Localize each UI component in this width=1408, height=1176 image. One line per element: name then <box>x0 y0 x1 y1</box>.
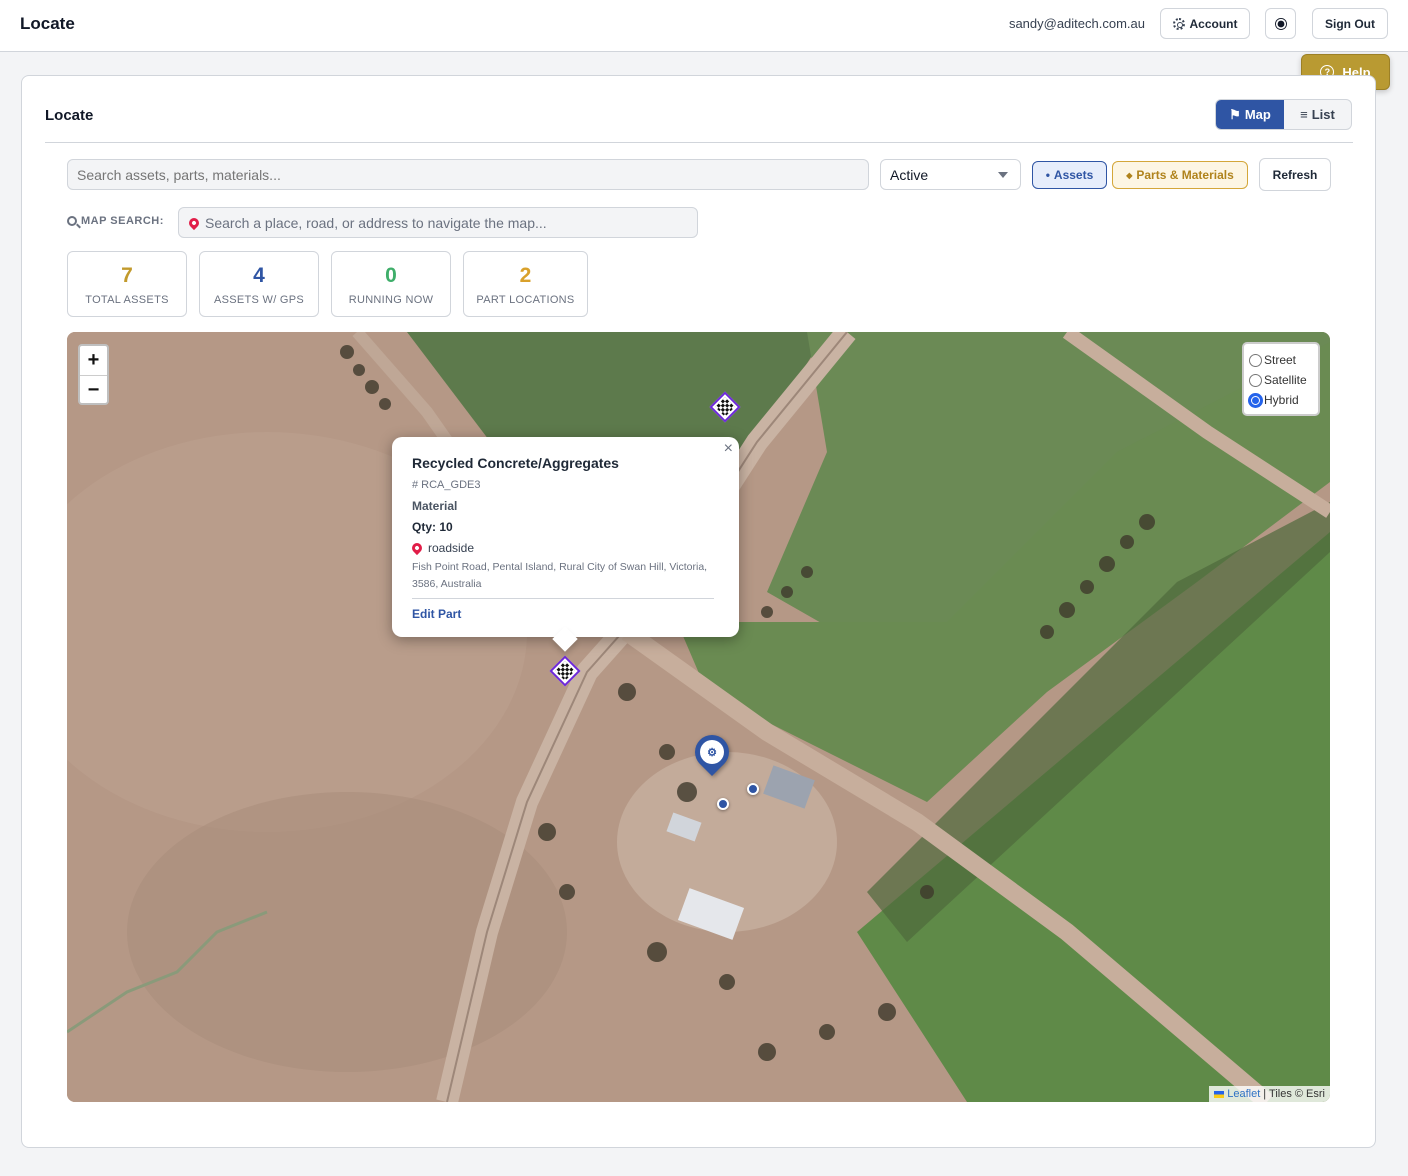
map-view-button[interactable]: ⚑ Map <box>1216 100 1284 129</box>
stat-part-locations: 2 PART LOCATIONS <box>463 251 588 317</box>
stat-label: ASSETS W/ GPS <box>213 294 305 306</box>
account-label: Account <box>1189 16 1238 31</box>
popup-location-text: roadside <box>428 541 475 555</box>
popup-qty: Qty: 10 <box>412 520 453 534</box>
layer-street[interactable]: Street <box>1249 350 1313 370</box>
account-button[interactable]: Account <box>1160 8 1250 39</box>
layer-label: Satellite <box>1264 373 1307 387</box>
map-search-label: MAP SEARCH: <box>67 215 164 227</box>
flag-icon: ⚑ <box>1229 106 1241 122</box>
gear-icon <box>1172 17 1185 30</box>
parts-chip-label: Parts & Materials <box>1136 168 1234 182</box>
close-icon[interactable]: × <box>724 440 733 458</box>
part-popup: × Recycled Concrete/Aggregates # RCA_GDE… <box>392 437 739 652</box>
layer-label: Hybrid <box>1264 393 1299 407</box>
map-search-label-text: MAP SEARCH: <box>81 215 164 227</box>
radio-button[interactable] <box>1249 353 1262 367</box>
layer-hybrid[interactable]: Hybrid <box>1249 390 1313 410</box>
dot-icon: • <box>1045 168 1050 182</box>
stat-assets-gps: 4 ASSETS W/ GPS <box>199 251 319 317</box>
stat-running-now: 0 RUNNING NOW <box>331 251 451 317</box>
page-title: Locate <box>45 107 94 124</box>
divider <box>45 142 1353 143</box>
popup-code: # RCA_GDE3 <box>412 479 481 491</box>
map-attribution: Leaflet | Tiles © Esri <box>1209 1086 1330 1102</box>
list-view-label: List <box>1311 107 1335 122</box>
search-input[interactable] <box>67 159 869 190</box>
status-value: Active <box>890 166 929 183</box>
radio-button-selected[interactable] <box>1249 393 1262 407</box>
status-select[interactable]: Active <box>880 159 1021 190</box>
stat-label: PART LOCATIONS <box>476 294 575 306</box>
stat-value: 7 <box>121 264 133 287</box>
user-email: sandy@aditech.com.au <box>1008 16 1145 31</box>
leaflet-link[interactable]: Leaflet <box>1227 1088 1260 1100</box>
gps-dot-marker[interactable] <box>717 798 729 810</box>
layer-switcher: Street Satellite Hybrid <box>1242 342 1320 416</box>
layer-satellite[interactable]: Satellite <box>1249 370 1313 390</box>
popup-divider <box>412 598 714 599</box>
radio-button[interactable] <box>1249 373 1262 387</box>
list-view-button[interactable]: ≡ List <box>1284 100 1351 129</box>
stat-label: RUNNING NOW <box>348 294 434 306</box>
attribution-text: | Tiles © Esri <box>1263 1088 1325 1100</box>
popup-address: Fish Point Road, Pental Island, Rural Ci… <box>412 561 708 590</box>
chevron-down-icon <box>998 172 1008 178</box>
zoom-in-button[interactable]: + <box>80 346 107 375</box>
map-view[interactable]: + − Street Satellite Hybrid ⚙ × Recycled… <box>67 332 1330 1102</box>
parts-filter-chip[interactable]: ◆ Parts & Materials <box>1112 161 1248 189</box>
popup-location: roadside <box>409 540 475 556</box>
layer-label: Street <box>1264 353 1297 367</box>
popup-type: Material <box>412 499 458 513</box>
assets-filter-chip[interactable]: • Assets <box>1032 161 1107 189</box>
edit-part-link[interactable]: Edit Part <box>412 607 461 621</box>
map-search-placeholder: Search a place, road, or address to navi… <box>205 214 547 231</box>
diamond-icon: ◆ <box>1126 170 1133 180</box>
tractor-icon: ⚙ <box>700 740 724 764</box>
theme-toggle-button[interactable] <box>1265 8 1296 39</box>
stat-label: TOTAL ASSETS <box>85 294 169 306</box>
sun-icon <box>1277 20 1284 27</box>
zoom-out-button[interactable]: − <box>80 375 107 404</box>
map-search-input[interactable]: Search a place, road, or address to navi… <box>178 207 698 238</box>
stat-total-assets: 7 TOTAL ASSETS <box>67 251 187 317</box>
stat-value: 0 <box>385 264 397 287</box>
list-icon: ≡ <box>1300 107 1308 122</box>
top-bar: Locate sandy@aditech.com.au Account Sign… <box>0 0 1408 52</box>
gps-dot-marker[interactable] <box>747 783 759 795</box>
stat-value: 4 <box>253 264 265 287</box>
assets-chip-label: Assets <box>1053 168 1094 182</box>
refresh-button[interactable]: Refresh <box>1259 158 1331 191</box>
pin-icon <box>409 540 425 556</box>
pin-icon <box>186 215 202 230</box>
flag-icon <box>1214 1090 1225 1098</box>
app-title: Locate <box>20 14 75 33</box>
map-view-label: Map <box>1244 107 1271 122</box>
search-icon <box>67 216 77 226</box>
zoom-control: + − <box>78 344 109 405</box>
view-toggle: ⚑ Map ≡ List <box>1215 99 1352 130</box>
popup-title: Recycled Concrete/Aggregates <box>412 455 619 471</box>
locate-card: Locate ⚑ Map ≡ List Active • Assets ◆ Pa… <box>21 75 1376 1148</box>
stat-value: 2 <box>519 264 532 287</box>
sign-out-button[interactable]: Sign Out <box>1312 8 1388 39</box>
